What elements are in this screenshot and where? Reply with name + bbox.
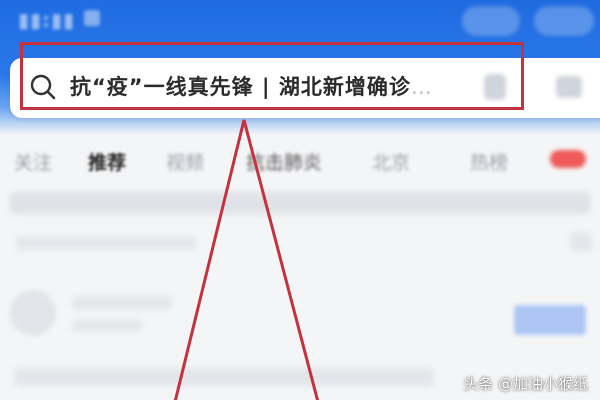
watermark: 头条 @加油小猴纸 <box>463 375 588 393</box>
pointer-arrow-annotation <box>173 119 320 400</box>
